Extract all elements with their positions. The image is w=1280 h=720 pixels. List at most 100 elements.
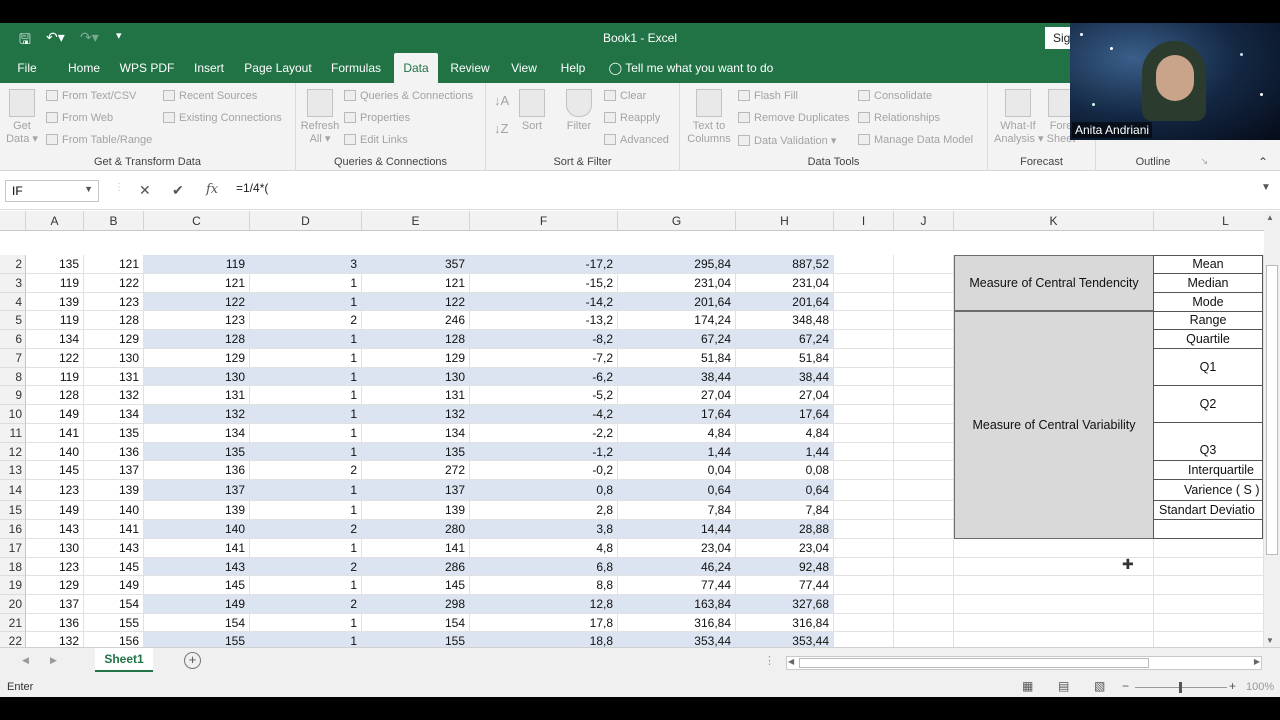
cell-h[interactable]: 327,68: [736, 595, 834, 614]
cell-g[interactable]: 4,84: [618, 424, 736, 443]
cell-g[interactable]: 163,84: [618, 595, 736, 614]
cell-h[interactable]: 7,84: [736, 501, 834, 520]
prev-sheet-icon[interactable]: ◀: [22, 655, 29, 666]
row-header[interactable]: 17: [0, 539, 26, 558]
cell-i[interactable]: [834, 311, 894, 330]
zoom-out-icon[interactable]: −: [1122, 679, 1129, 693]
cell-a[interactable]: 119: [26, 311, 84, 330]
cell-b[interactable]: 123: [84, 293, 144, 311]
row-header[interactable]: 12: [0, 443, 26, 461]
cell-i[interactable]: [834, 386, 894, 405]
cell-i[interactable]: [834, 349, 894, 368]
cell-i[interactable]: [834, 558, 894, 576]
cell-c[interactable]: 134: [144, 424, 250, 443]
q3-label[interactable]: Q3: [1153, 422, 1263, 461]
cell-c[interactable]: 131: [144, 386, 250, 405]
cell-d[interactable]: 3: [250, 255, 362, 274]
cell-j[interactable]: [894, 539, 954, 558]
zoom-slider[interactable]: [1135, 682, 1227, 693]
page-break-view-icon[interactable]: ▧: [1094, 679, 1105, 693]
horizontal-scroll-thumb[interactable]: [799, 658, 1149, 668]
cell-e[interactable]: 155: [362, 632, 470, 647]
cell-b[interactable]: 149: [84, 576, 144, 595]
cell-c[interactable]: 145: [144, 576, 250, 595]
cell-e[interactable]: 357: [362, 255, 470, 274]
cell-a[interactable]: 122: [26, 349, 84, 368]
mode-label[interactable]: Mode: [1153, 292, 1263, 312]
cell-a[interactable]: 137: [26, 595, 84, 614]
cell-g[interactable]: 38,44: [618, 368, 736, 386]
cell-f[interactable]: -7,2: [470, 349, 618, 368]
column-header-f[interactable]: F: [470, 211, 618, 231]
queries-connections-button[interactable]: Queries & Connections: [344, 90, 473, 102]
existing-connections-button[interactable]: Existing Connections: [163, 112, 282, 124]
vertical-scrollbar[interactable]: ▲ ▼: [1264, 211, 1280, 647]
cell-b[interactable]: 141: [84, 520, 144, 539]
cell-f[interactable]: -8,2: [470, 330, 618, 349]
cell-d[interactable]: 2: [250, 558, 362, 576]
variance-label[interactable]: Varience ( S ): [1153, 479, 1263, 501]
remove-duplicates-button[interactable]: Remove Duplicates: [738, 112, 849, 124]
cell-b[interactable]: 156: [84, 632, 144, 647]
cell-g[interactable]: 231,04: [618, 274, 736, 293]
get-data-button[interactable]: Get Data ▾: [6, 89, 38, 146]
row-header[interactable]: 13: [0, 461, 26, 480]
cell-h[interactable]: 92,48: [736, 558, 834, 576]
cell-b[interactable]: 122: [84, 274, 144, 293]
flash-fill-button[interactable]: Flash Fill: [738, 90, 798, 102]
sort-descending-icon[interactable]: ↓Z: [494, 121, 508, 136]
cell-j[interactable]: [894, 293, 954, 311]
row-header[interactable]: 15: [0, 501, 26, 520]
row-header[interactable]: 3: [0, 274, 26, 293]
cell-c[interactable]: 121: [144, 274, 250, 293]
data-validation-button[interactable]: Data Validation ▾: [738, 134, 836, 147]
cell-d[interactable]: 1: [250, 614, 362, 632]
row-header[interactable]: 4: [0, 293, 26, 311]
from-web-button[interactable]: From Web: [46, 112, 113, 124]
tab-insert[interactable]: Insert: [188, 53, 230, 83]
cell-i[interactable]: [834, 368, 894, 386]
cell-g[interactable]: 77,44: [618, 576, 736, 595]
cell-h[interactable]: 77,44: [736, 576, 834, 595]
cell-i[interactable]: [834, 539, 894, 558]
cell-f[interactable]: 0,8: [470, 480, 618, 501]
cell-b[interactable]: 136: [84, 443, 144, 461]
cell-h[interactable]: 38,44: [736, 368, 834, 386]
cell-i[interactable]: [834, 576, 894, 595]
cell-e[interactable]: 121: [362, 274, 470, 293]
cell-b[interactable]: 130: [84, 349, 144, 368]
cell-j[interactable]: [894, 520, 954, 539]
relationships-button[interactable]: Relationships: [858, 112, 940, 124]
cell-j[interactable]: [894, 330, 954, 349]
cell-k[interactable]: [954, 614, 1154, 632]
cell-a[interactable]: 145: [26, 461, 84, 480]
row-header[interactable]: 19: [0, 576, 26, 595]
cell-c[interactable]: 128: [144, 330, 250, 349]
cell-e[interactable]: 298: [362, 595, 470, 614]
cell-i[interactable]: [834, 632, 894, 647]
zoom-level[interactable]: 100%: [1246, 681, 1274, 693]
cell-f[interactable]: -0,2: [470, 461, 618, 480]
cell-l[interactable]: [1154, 558, 1264, 576]
cell-i[interactable]: [834, 330, 894, 349]
cell-g[interactable]: 27,04: [618, 386, 736, 405]
cell-i[interactable]: [834, 424, 894, 443]
scroll-left-icon[interactable]: ◀: [788, 657, 794, 666]
cell-d[interactable]: 1: [250, 368, 362, 386]
cell-g[interactable]: 0,04: [618, 461, 736, 480]
sheet-tab-sheet1[interactable]: Sheet1: [95, 648, 153, 672]
tab-wps-pdf[interactable]: WPS PDF: [118, 53, 176, 83]
central-variability-label[interactable]: Measure of Central Variability: [954, 311, 1154, 539]
cell-d[interactable]: 1: [250, 349, 362, 368]
cell-g[interactable]: 201,64: [618, 293, 736, 311]
cell-e[interactable]: 122: [362, 293, 470, 311]
cell-h[interactable]: 0,64: [736, 480, 834, 501]
cell-a[interactable]: 119: [26, 368, 84, 386]
cell-d[interactable]: 1: [250, 632, 362, 647]
cell-b[interactable]: 129: [84, 330, 144, 349]
consolidate-button[interactable]: Consolidate: [858, 90, 932, 102]
cell-h[interactable]: 1,44: [736, 443, 834, 461]
row-header[interactable]: 8: [0, 368, 26, 386]
select-all-corner[interactable]: [0, 211, 26, 231]
quartile-label[interactable]: Quartile: [1153, 329, 1263, 349]
